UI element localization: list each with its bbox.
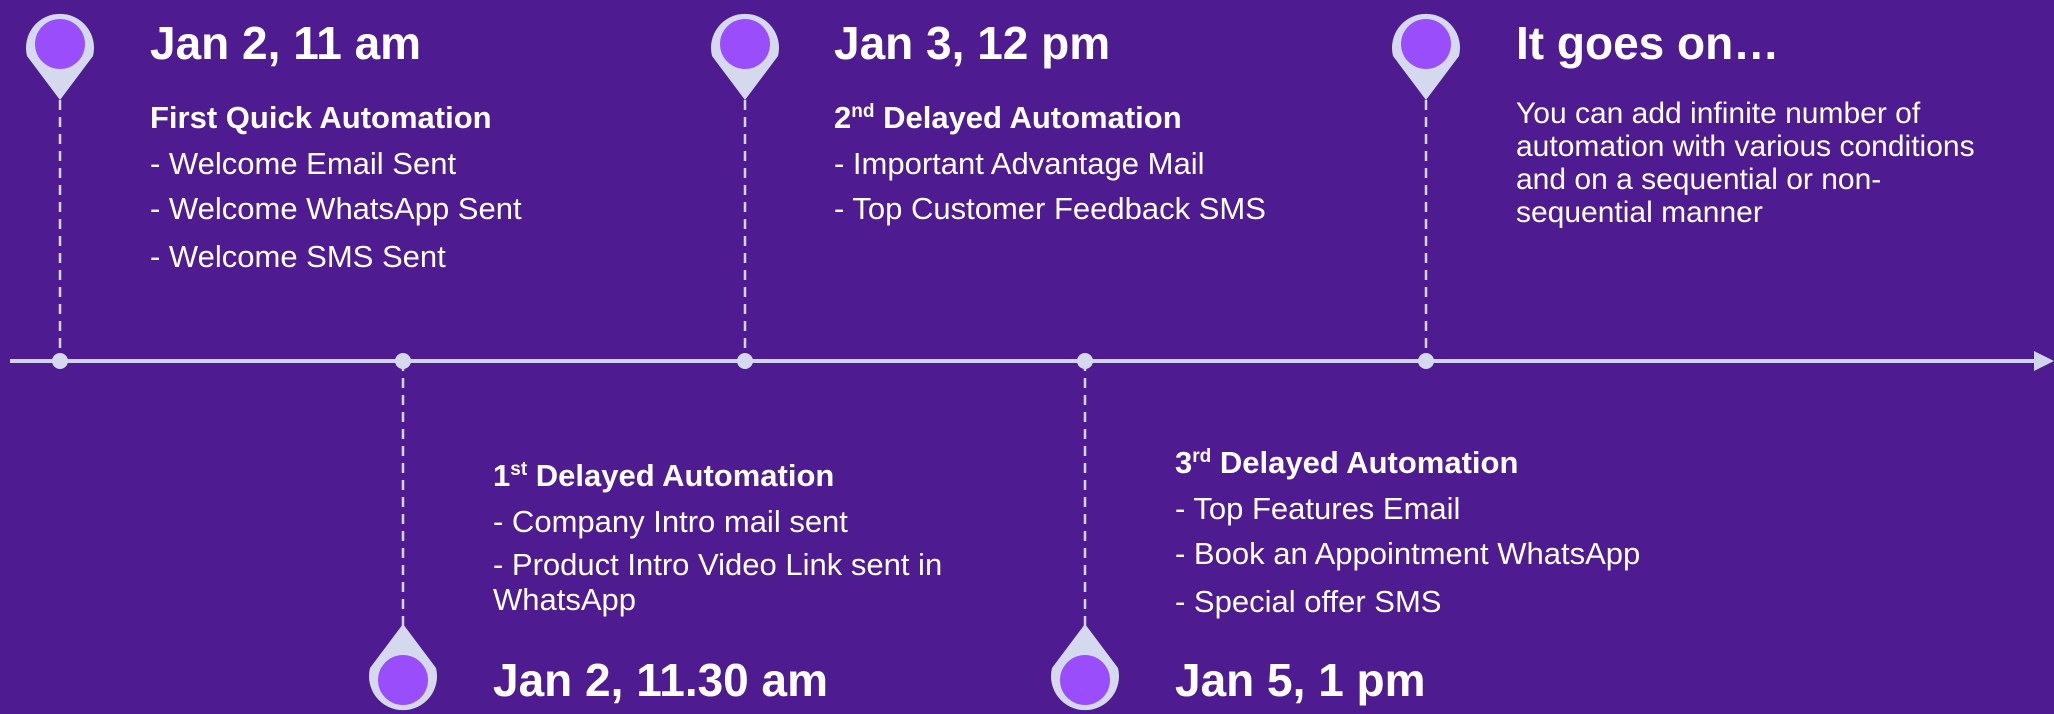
milestone-item: - Product Intro Video Link sent in Whats… (493, 547, 943, 617)
milestone-item: - Welcome SMS Sent (150, 239, 446, 274)
milestone-heading: 1st Delayed Automation (493, 458, 835, 493)
milestone-item: - Welcome WhatsApp Sent (150, 191, 522, 226)
milestone-item: - Top Customer Feedback SMS (834, 191, 1266, 226)
milestone-item: - Important Advantage Mail (834, 146, 1205, 181)
milestone-item: - Book an Appointment WhatsApp (1175, 536, 1641, 571)
axis-node-4 (1077, 353, 1093, 369)
map-pin-icon (1392, 13, 1460, 100)
milestone-1: Jan 2, 11 am First Quick Automation - We… (150, 20, 522, 272)
milestone-4: 3rd Delayed Automation - Top Features Em… (1175, 447, 1640, 617)
map-pin-icon (369, 624, 437, 711)
milestone-date: It goes on… (1516, 17, 1780, 69)
milestone-2: 1st Delayed Automation - Company Intro m… (493, 460, 993, 617)
map-pin-icon (711, 13, 779, 100)
milestone-5: It goes on… You can add infinite number … (1516, 20, 1976, 229)
milestone-heading: 3rd Delayed Automation (1175, 445, 1519, 480)
milestone-date: Jan 5, 1 pm (1175, 654, 1426, 706)
map-pin-icon (1051, 624, 1119, 711)
milestone-item: - Special offer SMS (1175, 584, 1442, 619)
milestone-description: You can add infinite number of automatio… (1516, 97, 1975, 229)
axis-node-2 (395, 353, 411, 369)
map-pin-icon (26, 13, 94, 100)
timeline-arrowhead-icon (2034, 351, 2054, 371)
axis-node-3 (737, 353, 753, 369)
milestone-date: Jan 2, 11 am (150, 17, 422, 69)
milestone-3: Jan 3, 12 pm 2nd Delayed Automation - Im… (834, 20, 1266, 224)
milestone-heading: 2nd Delayed Automation (834, 100, 1182, 135)
milestone-item: - Company Intro mail sent (493, 504, 848, 539)
milestone-heading: First Quick Automation (150, 100, 492, 135)
milestone-date: Jan 2, 11.30 am (493, 654, 829, 706)
axis-node-5 (1418, 353, 1434, 369)
milestone-date: Jan 3, 12 pm (834, 17, 1111, 69)
axis-node-1 (52, 353, 68, 369)
milestone-item: - Welcome Email Sent (150, 146, 457, 181)
milestone-item: - Top Features Email (1175, 491, 1461, 526)
